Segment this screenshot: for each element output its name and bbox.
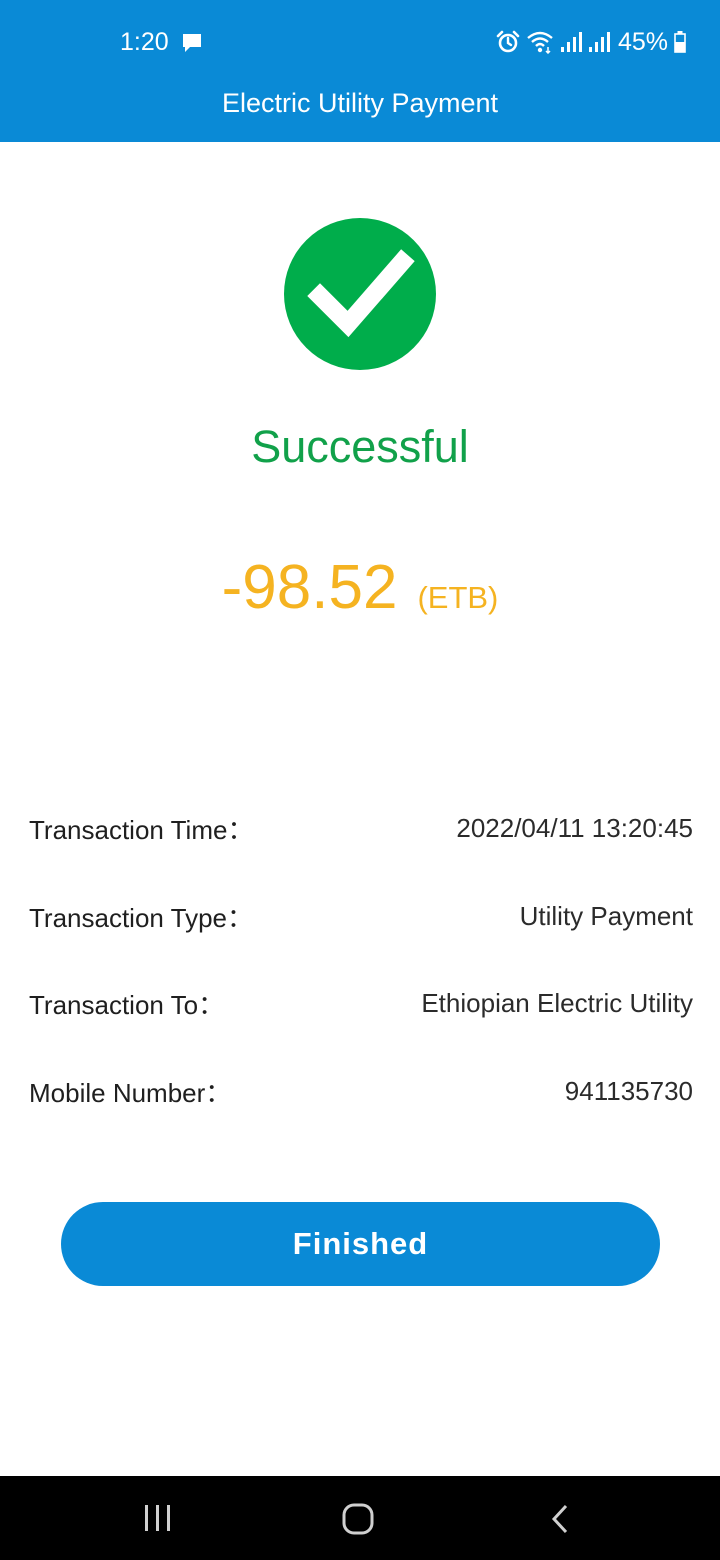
battery-icon	[674, 31, 686, 53]
detail-label: Transaction Time：	[29, 814, 254, 845]
detail-row-transaction-to: Transaction To： Ethiopian Electric Utili…	[29, 983, 693, 1023]
system-nav-bar	[0, 1476, 720, 1560]
wifi-icon	[527, 31, 553, 54]
detail-row-transaction-type: Transaction Type： Utility Payment	[29, 896, 693, 936]
status-icons: 45%	[496, 24, 686, 60]
signal-icon	[588, 32, 610, 52]
detail-label: Transaction Type：	[29, 902, 253, 933]
detail-label: Mobile Number：	[29, 1077, 232, 1108]
detail-value: 2022/04/11 13:20:45	[456, 812, 693, 843]
finished-button[interactable]: Finished	[61, 1202, 660, 1286]
app-header: 1:20 45% Electric Utility Payment	[0, 0, 720, 142]
detail-value: Ethiopian Electric Utility	[421, 987, 693, 1018]
amount-display: -98.52 (ETB)	[0, 548, 720, 628]
amount-value: -98.52	[221, 553, 398, 622]
recent-apps-icon[interactable]	[143, 1503, 173, 1533]
battery-percent: 45%	[617, 27, 668, 56]
home-icon[interactable]	[342, 1503, 374, 1535]
detail-row-mobile-number: Mobile Number： 941135730	[29, 1071, 693, 1111]
status-text: Successful	[251, 421, 469, 472]
detail-value: Utility Payment	[519, 900, 693, 931]
message-icon	[183, 34, 201, 52]
detail-value: 941135730	[564, 1075, 693, 1106]
signal-icon	[560, 32, 582, 52]
detail-label: Transaction To：	[29, 989, 225, 1020]
status-time: 1:20	[120, 28, 169, 56]
alarm-icon	[496, 30, 520, 53]
detail-row-transaction-time: Transaction Time： 2022/04/11 13:20:45	[29, 808, 693, 848]
amount-currency: (ETB)	[417, 580, 499, 615]
page-title: Electric Utility Payment	[221, 88, 499, 118]
check-circle-icon	[284, 218, 436, 370]
back-icon[interactable]	[548, 1503, 572, 1535]
